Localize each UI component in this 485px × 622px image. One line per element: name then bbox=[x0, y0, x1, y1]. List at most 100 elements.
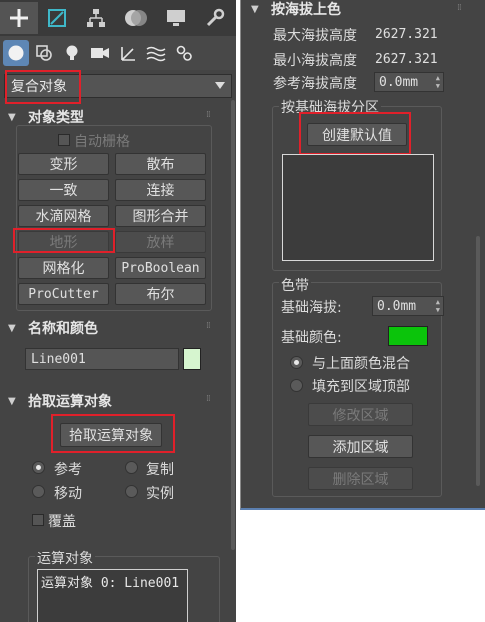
lights-category[interactable] bbox=[59, 40, 85, 66]
command-tabs bbox=[0, 0, 236, 36]
object-category-dropdown[interactable]: 复合对象 bbox=[4, 74, 232, 98]
operand-list-item[interactable]: 运算对象 0: Line001 bbox=[41, 572, 179, 591]
move-label: 移动 bbox=[54, 486, 82, 502]
connect-button[interactable]: 连接 bbox=[115, 179, 206, 201]
grip-icon: ⁞⁞ bbox=[206, 110, 211, 120]
instance-label: 实例 bbox=[146, 486, 174, 502]
shapes-category[interactable] bbox=[31, 40, 57, 66]
lights-icon bbox=[66, 45, 78, 60]
min-elevation-label: 最小海拔高度 bbox=[273, 53, 357, 69]
blend-with-above-radio[interactable] bbox=[290, 356, 303, 369]
dropdown-value: 复合对象 bbox=[11, 79, 67, 95]
systems-icon bbox=[176, 45, 192, 61]
grip-icon: ⁞⁞ bbox=[206, 321, 211, 331]
min-elevation-value: 2627.321 bbox=[375, 52, 438, 67]
add-zone-button[interactable]: 添加区域 bbox=[308, 435, 413, 458]
mesher-button[interactable]: 网格化 bbox=[18, 257, 109, 279]
spinner-arrows-icon: ▲ ▼ bbox=[435, 74, 440, 90]
terrain-parameters-panel: ▼ 按海拔上色 ⁞⁞ 最大海拔高度 2627.321 最小海拔高度 2627.3… bbox=[240, 0, 485, 510]
modify-icon bbox=[48, 9, 66, 27]
overlay-label: 覆盖 bbox=[48, 514, 76, 530]
color-zone-title: 色带 bbox=[279, 275, 311, 295]
systems-category[interactable] bbox=[171, 40, 197, 66]
geometry-sphere-icon bbox=[8, 45, 24, 61]
delete-zone-button[interactable]: 删除区域 bbox=[308, 467, 413, 490]
hierarchy-tab[interactable] bbox=[77, 2, 115, 34]
helpers-category[interactable] bbox=[115, 40, 141, 66]
shapemerge-button[interactable]: 图形合并 bbox=[115, 205, 206, 227]
max-elevation-label: 最大海拔高度 bbox=[273, 28, 357, 44]
name-color-title: 名称和颜色 bbox=[28, 321, 98, 337]
object-color-swatch[interactable] bbox=[183, 348, 201, 370]
conform-button[interactable]: 一致 bbox=[18, 179, 109, 201]
proboolean-button[interactable]: ProBoolean bbox=[115, 257, 206, 279]
geometry-category[interactable] bbox=[3, 40, 29, 66]
reference-label: 参考 bbox=[54, 462, 82, 478]
pick-operand-rollout-header[interactable]: ▼ 拾取运算对象 bbox=[8, 390, 112, 412]
copy-radio[interactable] bbox=[125, 461, 138, 474]
modify-zone-button[interactable]: 修改区域 bbox=[308, 403, 413, 426]
grip-icon: ⁞⁞ bbox=[206, 394, 211, 404]
fill-to-zone-top-radio[interactable] bbox=[290, 379, 303, 392]
reference-elevation-label: 参考海拔高度 bbox=[273, 76, 357, 92]
loft-button[interactable]: 放样 bbox=[115, 231, 206, 253]
overlay-checkbox[interactable] bbox=[32, 514, 44, 526]
procutter-button[interactable]: ProCutter bbox=[18, 283, 109, 305]
zones-group-title: 按基础海拔分区 bbox=[279, 97, 381, 117]
collapse-caret-icon: ▼ bbox=[251, 3, 259, 15]
move-radio[interactable] bbox=[32, 485, 45, 498]
collapse-caret-icon: ▼ bbox=[8, 322, 16, 334]
blend-with-above-label: 与上面颜色混合 bbox=[312, 356, 410, 372]
zones-list[interactable] bbox=[282, 154, 434, 261]
terrain-button[interactable]: 地形 bbox=[18, 231, 109, 253]
plus-icon bbox=[10, 9, 28, 27]
operands-list[interactable]: 运算对象 0: Line001 bbox=[37, 569, 188, 622]
color-by-elevation-rollout-header[interactable]: ▼ 按海拔上色 bbox=[251, 0, 341, 20]
pick-operand-button[interactable]: 拾取运算对象 bbox=[60, 423, 162, 447]
right-panel-scrollbar[interactable] bbox=[476, 236, 480, 486]
spacewarps-icon bbox=[146, 46, 166, 62]
motion-tab[interactable] bbox=[117, 2, 155, 34]
utilities-wrench-icon bbox=[206, 8, 225, 27]
left-panel-scrollbar[interactable] bbox=[231, 100, 235, 550]
reference-elevation-spinner[interactable]: 0.0mm ▲ ▼ bbox=[374, 72, 444, 92]
object-name-input[interactable]: Line001 bbox=[25, 348, 179, 370]
autogrid-label: 自动栅格 bbox=[74, 134, 130, 150]
spinner-arrows-icon: ▲ ▼ bbox=[435, 298, 440, 314]
hierarchy-icon bbox=[87, 9, 105, 27]
name-color-rollout-header[interactable]: ▼ 名称和颜色 bbox=[8, 317, 98, 339]
helpers-icon bbox=[121, 47, 135, 61]
create-defaults-button[interactable]: 创建默认值 bbox=[307, 123, 407, 146]
operands-title: 运算对象 bbox=[35, 548, 95, 568]
spacewarps-category[interactable] bbox=[143, 40, 169, 66]
shapes-icon bbox=[36, 45, 52, 61]
create-tab[interactable] bbox=[0, 2, 38, 34]
utilities-tab[interactable] bbox=[196, 2, 234, 34]
pick-operand-title: 拾取运算对象 bbox=[28, 394, 112, 410]
collapse-caret-icon: ▼ bbox=[8, 111, 16, 123]
boolean-button[interactable]: 布尔 bbox=[115, 283, 206, 305]
scatter-button[interactable]: 散布 bbox=[115, 153, 206, 175]
base-color-swatch[interactable] bbox=[388, 326, 428, 346]
collapse-caret-icon: ▼ bbox=[8, 395, 16, 407]
object-type-title: 对象类型 bbox=[28, 110, 84, 126]
base-elevation-spinner[interactable]: 0.0mm ▲ ▼ bbox=[372, 296, 444, 316]
base-elevation-label: 基础海拔: bbox=[281, 300, 342, 316]
reference-radio[interactable] bbox=[32, 461, 45, 474]
autogrid-checkbox[interactable] bbox=[58, 134, 70, 146]
modify-tab[interactable] bbox=[38, 2, 76, 34]
instance-radio[interactable] bbox=[125, 485, 138, 498]
cameras-category[interactable] bbox=[87, 40, 113, 66]
base-elevation-value: 0.0mm bbox=[377, 298, 417, 314]
display-tab[interactable] bbox=[157, 2, 195, 34]
cameras-icon bbox=[91, 48, 109, 58]
grip-icon: ⁞⁞ bbox=[457, 3, 462, 13]
command-panel: 复合对象 ▼ 对象类型 ⁞⁞ 自动栅格 变形 散布 一致 连接 水滴网格 图形合… bbox=[0, 0, 236, 622]
fill-to-zone-top-label: 填充到区域顶部 bbox=[312, 379, 410, 395]
display-icon bbox=[167, 10, 185, 26]
blobmesh-button[interactable]: 水滴网格 bbox=[18, 205, 109, 227]
base-color-label: 基础颜色: bbox=[281, 330, 342, 346]
color-by-elevation-title: 按海拔上色 bbox=[271, 2, 341, 18]
morph-button[interactable]: 变形 bbox=[18, 153, 109, 175]
reference-elevation-value: 0.0mm bbox=[379, 74, 419, 90]
